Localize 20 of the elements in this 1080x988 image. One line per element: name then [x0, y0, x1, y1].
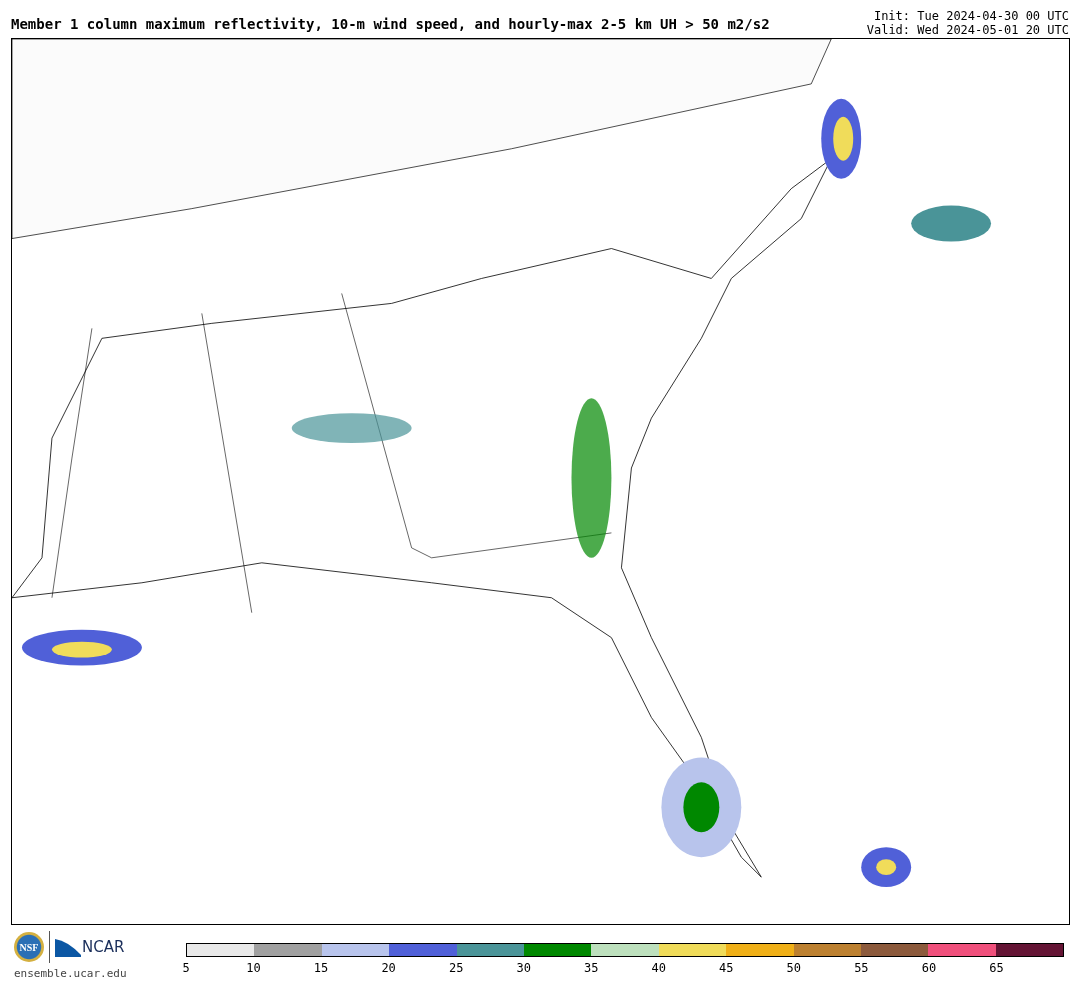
tick-label: 15 [313, 961, 329, 975]
tick-label: 45 [719, 961, 734, 975]
chart-title: Member 1 column maximum reflectivity, 10-m wind speed, and hourly-max 2-5 km UH > 50 m2/s2 [11, 16, 770, 34]
tick-label: 35 [584, 961, 599, 975]
tick-label: 10 [246, 961, 261, 975]
ncar-swoosh-icon [55, 937, 81, 957]
tick-label: 40 [651, 961, 666, 975]
ncar-wordmark: NCAR [82, 938, 125, 956]
tick-label: 65 [989, 961, 1004, 975]
nsf-logo: NSF [14, 932, 44, 962]
site-url: ensemble.ucar.edu [14, 967, 128, 980]
tick-label: 20 [381, 961, 396, 975]
tick-label: 60 [921, 961, 937, 975]
tick-label: 55 [854, 961, 869, 975]
valid-time: Valid: Wed 2024-05-01 20 UTC [866, 23, 1069, 37]
tick-label: 50 [786, 961, 802, 975]
init-time: Init: Tue 2024-04-30 00 UTC [873, 9, 1069, 23]
tick-label: 5 [182, 961, 190, 975]
tick-label: 25 [448, 961, 464, 975]
tick-label: 30 [516, 961, 531, 975]
